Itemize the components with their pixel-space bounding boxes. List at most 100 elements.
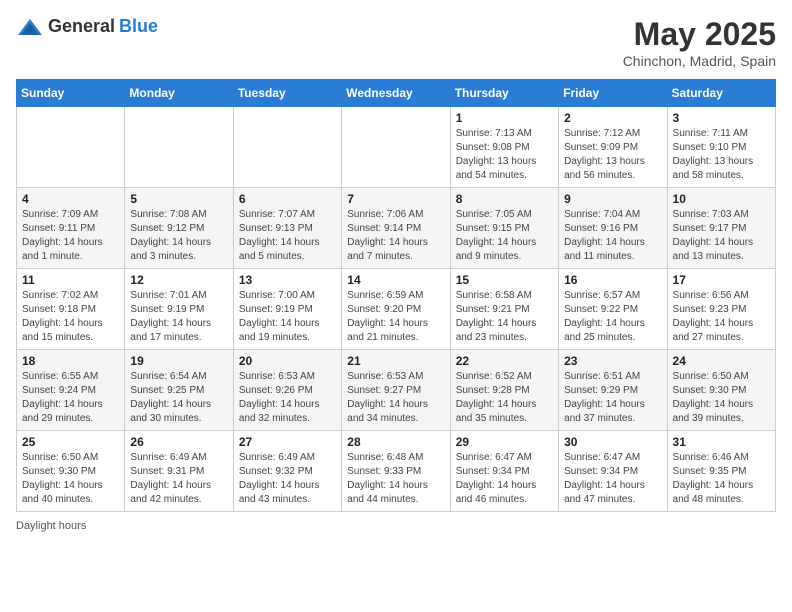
- logo-icon: [16, 17, 44, 37]
- table-row: 19 Sunrise: 6:54 AMSunset: 9:25 PMDayligh…: [125, 350, 233, 431]
- day-number: 24: [673, 354, 770, 368]
- day-number: 6: [239, 192, 336, 206]
- table-row: 21 Sunrise: 6:53 AMSunset: 9:27 PMDayligh…: [342, 350, 450, 431]
- logo: GeneralBlue: [16, 16, 158, 37]
- day-info: Sunrise: 6:48 AMSunset: 9:33 PMDaylight:…: [347, 451, 444, 507]
- day-number: 15: [456, 273, 553, 287]
- table-row: 28 Sunrise: 6:48 AMSunset: 9:33 PMDayligh…: [342, 431, 450, 512]
- day-number: 21: [347, 354, 444, 368]
- day-info: Sunrise: 7:03 AMSunset: 9:17 PMDaylight:…: [673, 208, 770, 264]
- day-number: 20: [239, 354, 336, 368]
- footer-daylight: Daylight hours: [16, 520, 776, 532]
- day-info: Sunrise: 7:12 AMSunset: 9:09 PMDaylight:…: [564, 127, 661, 183]
- day-number: 16: [564, 273, 661, 287]
- day-info: Sunrise: 7:02 AMSunset: 9:18 PMDaylight:…: [22, 289, 119, 345]
- table-row: [17, 107, 125, 188]
- table-row: [125, 107, 233, 188]
- day-info: Sunrise: 6:51 AMSunset: 9:29 PMDaylight:…: [564, 370, 661, 426]
- day-info: Sunrise: 6:47 AMSunset: 9:34 PMDaylight:…: [456, 451, 553, 507]
- day-number: 23: [564, 354, 661, 368]
- day-info: Sunrise: 6:50 AMSunset: 9:30 PMDaylight:…: [22, 451, 119, 507]
- table-row: 1 Sunrise: 7:13 AMSunset: 9:08 PMDaylight…: [450, 107, 558, 188]
- table-row: 9 Sunrise: 7:04 AMSunset: 9:16 PMDaylight…: [559, 188, 667, 269]
- day-info: Sunrise: 7:01 AMSunset: 9:19 PMDaylight:…: [130, 289, 227, 345]
- table-row: 11 Sunrise: 7:02 AMSunset: 9:18 PMDayligh…: [17, 269, 125, 350]
- day-info: Sunrise: 6:57 AMSunset: 9:22 PMDaylight:…: [564, 289, 661, 345]
- day-number: 31: [673, 435, 770, 449]
- table-row: 16 Sunrise: 6:57 AMSunset: 9:22 PMDayligh…: [559, 269, 667, 350]
- table-row: 15 Sunrise: 6:58 AMSunset: 9:21 PMDayligh…: [450, 269, 558, 350]
- day-info: Sunrise: 6:52 AMSunset: 9:28 PMDaylight:…: [456, 370, 553, 426]
- day-number: 4: [22, 192, 119, 206]
- day-number: 13: [239, 273, 336, 287]
- table-row: 6Sunrise: 7:07 AMSunset: 9:13 PMDaylight…: [233, 188, 341, 269]
- day-number: 17: [673, 273, 770, 287]
- day-info: Sunrise: 6:58 AMSunset: 9:21 PMDaylight:…: [456, 289, 553, 345]
- header-wednesday: Wednesday: [342, 80, 450, 107]
- table-row: 5Sunrise: 7:08 AMSunset: 9:12 PMDaylight…: [125, 188, 233, 269]
- calendar-table: Sunday Monday Tuesday Wednesday Thursday…: [16, 79, 776, 512]
- day-info: Sunrise: 7:11 AMSunset: 9:10 PMDaylight:…: [673, 127, 770, 183]
- table-row: 7Sunrise: 7:06 AMSunset: 9:14 PMDaylight…: [342, 188, 450, 269]
- logo-general-text: General: [48, 16, 115, 37]
- table-row: 25 Sunrise: 6:50 AMSunset: 9:30 PMDayligh…: [17, 431, 125, 512]
- day-info: Sunrise: 6:54 AMSunset: 9:25 PMDaylight:…: [130, 370, 227, 426]
- day-info: Sunrise: 6:59 AMSunset: 9:20 PMDaylight:…: [347, 289, 444, 345]
- page-header: GeneralBlue May 2025 Chinchon, Madrid, S…: [16, 16, 776, 69]
- day-info: Sunrise: 6:49 AMSunset: 9:32 PMDaylight:…: [239, 451, 336, 507]
- day-info: Sunrise: 6:49 AMSunset: 9:31 PMDaylight:…: [130, 451, 227, 507]
- table-row: 10 Sunrise: 7:03 AMSunset: 9:17 PMDayligh…: [667, 188, 775, 269]
- day-number: 28: [347, 435, 444, 449]
- day-info: Sunrise: 7:04 AMSunset: 9:16 PMDaylight:…: [564, 208, 661, 264]
- title-block: May 2025 Chinchon, Madrid, Spain: [623, 16, 776, 69]
- table-row: 30Sunrise: 6:47 AMSunset: 9:34 PMDayligh…: [559, 431, 667, 512]
- table-row: 20Sunrise: 6:53 AMSunset: 9:26 PMDayligh…: [233, 350, 341, 431]
- day-info: Sunrise: 7:09 AMSunset: 9:11 PMDaylight:…: [22, 208, 119, 264]
- header-friday: Friday: [559, 80, 667, 107]
- table-row: 13 Sunrise: 7:00 AMSunset: 9:19 PMDayligh…: [233, 269, 341, 350]
- table-row: 2Sunrise: 7:12 AMSunset: 9:09 PMDaylight…: [559, 107, 667, 188]
- table-row: 4 Sunrise: 7:09 AMSunset: 9:11 PMDaylight…: [17, 188, 125, 269]
- day-info: Sunrise: 6:53 AMSunset: 9:27 PMDaylight:…: [347, 370, 444, 426]
- day-info: Sunrise: 7:13 AMSunset: 9:08 PMDaylight:…: [456, 127, 553, 183]
- week-row-1: 1 Sunrise: 7:13 AMSunset: 9:08 PMDaylight…: [17, 107, 776, 188]
- day-info: Sunrise: 6:46 AMSunset: 9:35 PMDaylight:…: [673, 451, 770, 507]
- header-sunday: Sunday: [17, 80, 125, 107]
- day-number: 9: [564, 192, 661, 206]
- day-number: 14: [347, 273, 444, 287]
- day-info: Sunrise: 7:00 AMSunset: 9:19 PMDaylight:…: [239, 289, 336, 345]
- table-row: 23 Sunrise: 6:51 AMSunset: 9:29 PMDayligh…: [559, 350, 667, 431]
- weekday-header-row: Sunday Monday Tuesday Wednesday Thursday…: [17, 80, 776, 107]
- table-row: 17 Sunrise: 6:56 AMSunset: 9:23 PMDayligh…: [667, 269, 775, 350]
- day-info: Sunrise: 6:55 AMSunset: 9:24 PMDaylight:…: [22, 370, 119, 426]
- week-row-5: 25 Sunrise: 6:50 AMSunset: 9:30 PMDayligh…: [17, 431, 776, 512]
- table-row: 18 Sunrise: 6:55 AMSunset: 9:24 PMDayligh…: [17, 350, 125, 431]
- day-info: Sunrise: 6:56 AMSunset: 9:23 PMDaylight:…: [673, 289, 770, 345]
- location-subtitle: Chinchon, Madrid, Spain: [623, 53, 776, 69]
- week-row-3: 11 Sunrise: 7:02 AMSunset: 9:18 PMDayligh…: [17, 269, 776, 350]
- day-number: 1: [456, 111, 553, 125]
- table-row: 26 Sunrise: 6:49 AMSunset: 9:31 PMDayligh…: [125, 431, 233, 512]
- week-row-2: 4 Sunrise: 7:09 AMSunset: 9:11 PMDaylight…: [17, 188, 776, 269]
- day-number: 19: [130, 354, 227, 368]
- day-number: 25: [22, 435, 119, 449]
- day-number: 29: [456, 435, 553, 449]
- day-number: 10: [673, 192, 770, 206]
- header-saturday: Saturday: [667, 80, 775, 107]
- day-number: 18: [22, 354, 119, 368]
- logo-blue-text: Blue: [119, 16, 158, 37]
- table-row: 24Sunrise: 6:50 AMSunset: 9:30 PMDayligh…: [667, 350, 775, 431]
- day-info: Sunrise: 7:05 AMSunset: 9:15 PMDaylight:…: [456, 208, 553, 264]
- table-row: 3 Sunrise: 7:11 AMSunset: 9:10 PMDaylight…: [667, 107, 775, 188]
- header-monday: Monday: [125, 80, 233, 107]
- day-number: 11: [22, 273, 119, 287]
- day-number: 22: [456, 354, 553, 368]
- week-row-4: 18 Sunrise: 6:55 AMSunset: 9:24 PMDayligh…: [17, 350, 776, 431]
- header-tuesday: Tuesday: [233, 80, 341, 107]
- table-row: 12Sunrise: 7:01 AMSunset: 9:19 PMDayligh…: [125, 269, 233, 350]
- table-row: 31 Sunrise: 6:46 AMSunset: 9:35 PMDayligh…: [667, 431, 775, 512]
- day-number: 26: [130, 435, 227, 449]
- day-info: Sunrise: 7:06 AMSunset: 9:14 PMDaylight:…: [347, 208, 444, 264]
- table-row: 22 Sunrise: 6:52 AMSunset: 9:28 PMDayligh…: [450, 350, 558, 431]
- day-number: 3: [673, 111, 770, 125]
